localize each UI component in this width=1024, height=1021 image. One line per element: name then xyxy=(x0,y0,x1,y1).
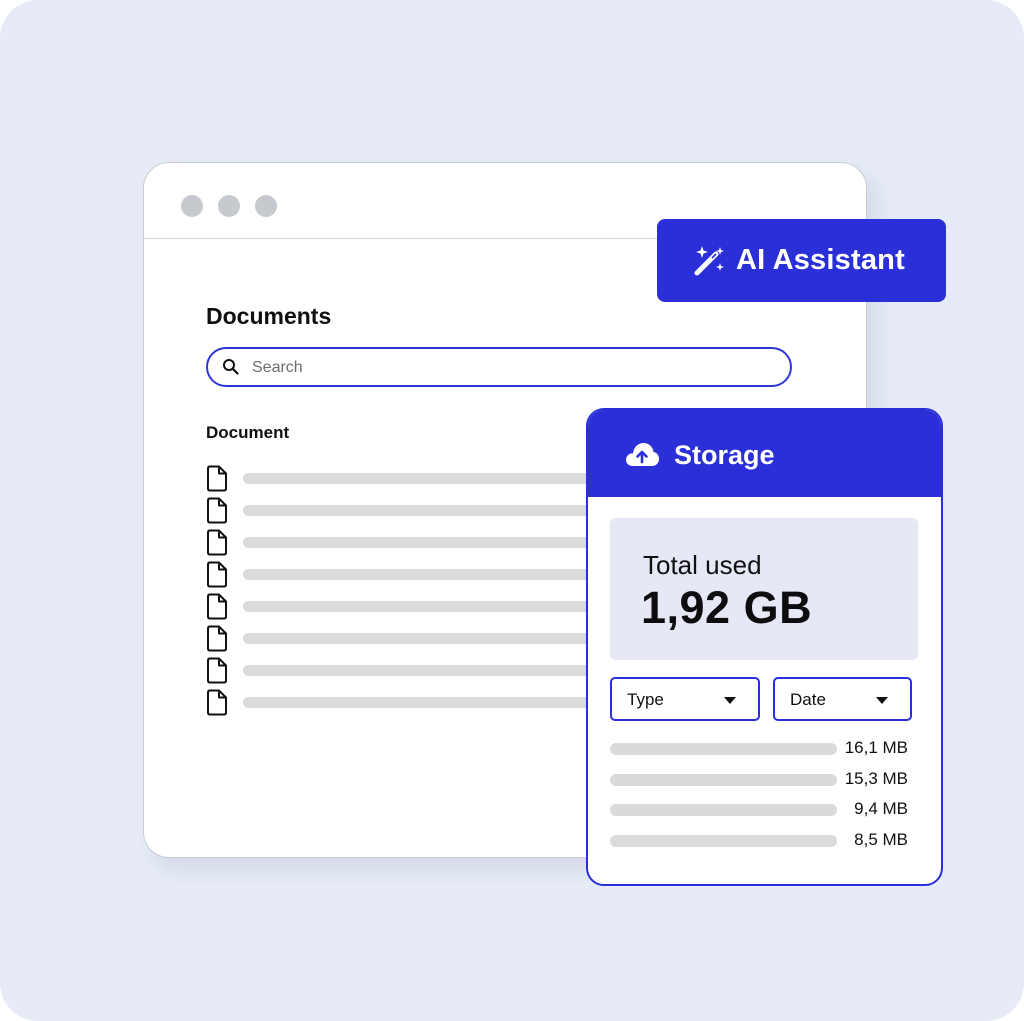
storage-file-row[interactable]: 16,1 MB xyxy=(610,738,920,758)
date-filter-label: Date xyxy=(790,690,826,709)
search-box[interactable] xyxy=(206,347,792,387)
storage-header: Storage xyxy=(588,410,941,497)
search-input[interactable] xyxy=(250,353,774,383)
magic-wand-icon xyxy=(694,245,724,275)
total-used-panel: Total used 1,92 GB xyxy=(610,518,918,660)
storage-file-row[interactable]: 9,4 MB xyxy=(610,799,920,819)
type-filter-dropdown[interactable]: Type xyxy=(610,677,760,721)
window-control-dot[interactable] xyxy=(218,195,240,217)
file-size: 15,3 MB xyxy=(844,768,908,788)
document-icon xyxy=(207,529,227,556)
date-filter-dropdown[interactable]: Date xyxy=(773,677,912,721)
type-filter-label: Type xyxy=(627,690,664,709)
window-control-dot[interactable] xyxy=(255,195,277,217)
document-icon xyxy=(207,593,227,620)
storage-file-row[interactable]: 8,5 MB xyxy=(610,830,920,850)
document-column-header: Document xyxy=(206,423,290,442)
storage-file-row[interactable]: 15,3 MB xyxy=(610,769,920,789)
file-size: 16,1 MB xyxy=(844,738,908,757)
file-name-placeholder xyxy=(610,773,837,786)
storage-title: Storage xyxy=(674,440,775,470)
file-name-placeholder xyxy=(610,834,837,847)
file-size: 8,5 MB xyxy=(854,829,908,849)
total-used-value: 1,92 GB xyxy=(641,582,813,633)
canvas-background: Documents Document AI Assistant xyxy=(0,0,1024,1021)
document-icon xyxy=(207,465,227,492)
storage-card: Storage Total used 1,92 GB Type Date 16,… xyxy=(586,408,943,886)
caret-down-icon xyxy=(724,697,736,704)
file-size: 9,4 MB xyxy=(854,799,908,818)
document-icon xyxy=(207,561,227,588)
ai-assistant-label: AI Assistant xyxy=(736,244,905,276)
document-icon xyxy=(207,497,227,524)
cloud-upload-icon xyxy=(626,443,659,466)
window-control-dot[interactable] xyxy=(181,195,203,217)
total-used-label: Total used xyxy=(643,550,762,580)
page-title: Documents xyxy=(206,303,332,329)
search-icon xyxy=(223,359,239,375)
file-name-placeholder xyxy=(610,743,837,755)
document-icon xyxy=(207,625,227,652)
document-icon xyxy=(207,657,227,684)
file-name-placeholder xyxy=(610,804,837,816)
caret-down-icon xyxy=(876,697,888,704)
document-icon xyxy=(207,689,227,716)
ai-assistant-button[interactable]: AI Assistant xyxy=(657,219,946,302)
